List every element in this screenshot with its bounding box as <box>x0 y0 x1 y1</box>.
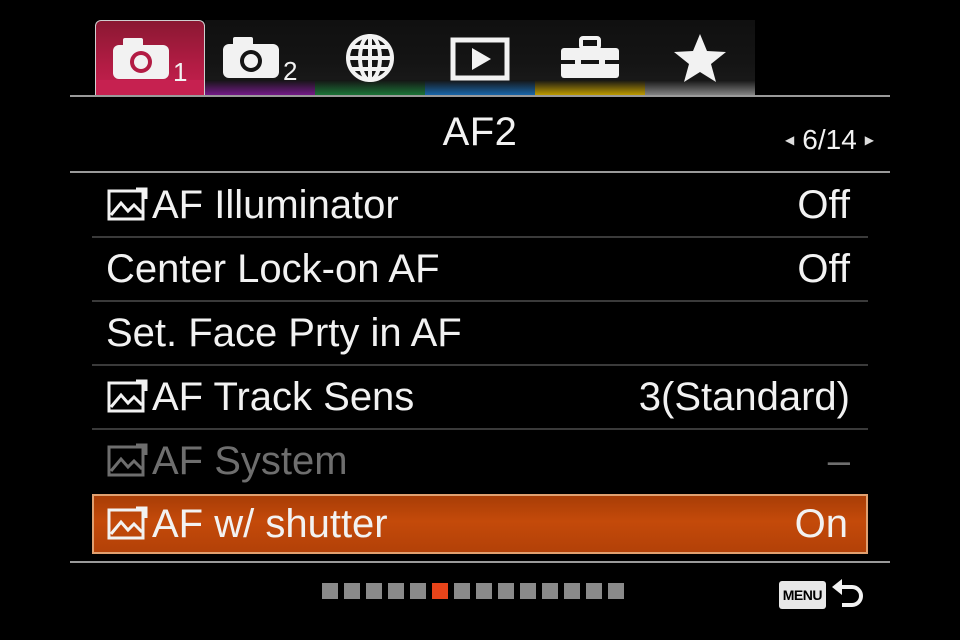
tab-divider <box>70 95 890 97</box>
tab-network[interactable] <box>315 20 425 96</box>
menu-item-label: AF System <box>152 438 348 483</box>
menu-item-label: AF Track Sens <box>152 374 415 419</box>
menu-item-label: Set. Face Prty in AF <box>106 310 462 355</box>
menu-item-af-track-sens[interactable]: AF Track Sens 3(Standard) <box>92 367 868 427</box>
return-icon <box>832 579 863 607</box>
page-dot <box>542 583 558 599</box>
camera-1-icon: 1 <box>113 37 187 87</box>
row-divider <box>92 300 868 302</box>
menu-item-af-system: AF System – <box>92 431 868 491</box>
tab-camera-settings-2[interactable]: 2 <box>205 20 315 96</box>
tab-setup[interactable] <box>535 20 645 96</box>
image-settings-icon <box>107 187 148 221</box>
page-counter: ◀ 6/14 ▶ <box>785 124 874 156</box>
page-counter-text: 6/14 <box>802 124 857 155</box>
prev-page-icon[interactable]: ◀ <box>785 133 794 147</box>
svg-text:1: 1 <box>173 57 187 87</box>
menu-item-value: – <box>827 438 850 483</box>
tab-playback[interactable] <box>425 20 535 96</box>
page-dot-current <box>432 583 448 599</box>
toolbox-icon <box>561 36 619 78</box>
tab-camera-settings-1[interactable]: 1 <box>95 20 205 96</box>
menu-item-af-w-shutter[interactable]: AF w/ shutter On <box>92 494 868 554</box>
menu-item-set-face-prty-in-af[interactable]: Set. Face Prty in AF <box>92 303 868 363</box>
page-dot <box>564 583 580 599</box>
page-dot <box>520 583 536 599</box>
menu-item-value: 3(Standard) <box>638 374 850 419</box>
page-dot <box>366 583 382 599</box>
page-indicator <box>322 583 624 599</box>
menu-item-value: On <box>794 501 848 546</box>
svg-text:2: 2 <box>283 56 297 86</box>
playback-icon <box>450 37 510 81</box>
tab-my-menu[interactable] <box>645 20 755 96</box>
menu-item-af-illuminator[interactable]: AF Illuminator Off <box>92 175 868 235</box>
menu-tab-bar: 1 2 <box>95 20 755 96</box>
image-settings-icon <box>107 443 148 477</box>
menu-item-label: Center Lock-on AF <box>106 246 440 291</box>
star-icon <box>674 34 726 82</box>
page-dot <box>322 583 338 599</box>
page-dot <box>608 583 624 599</box>
menu-item-value: Off <box>797 246 850 291</box>
menu-back-button[interactable]: MENU <box>778 575 864 615</box>
row-divider <box>92 236 868 238</box>
page-dot <box>454 583 470 599</box>
menu-item-label: AF Illuminator <box>152 182 399 227</box>
row-divider <box>92 428 868 430</box>
page-dot <box>344 583 360 599</box>
menu-item-label: AF w/ shutter <box>152 501 388 546</box>
menu-item-center-lock-on-af[interactable]: Center Lock-on AF Off <box>92 239 868 299</box>
camera-2-icon: 2 <box>223 37 297 86</box>
menu-button-label: MENU <box>778 581 826 609</box>
page-dot <box>586 583 602 599</box>
globe-icon <box>346 34 394 82</box>
page-dot <box>410 583 426 599</box>
page-dot <box>476 583 492 599</box>
page-dot <box>388 583 404 599</box>
image-settings-icon <box>107 379 148 413</box>
footer-divider <box>70 561 890 563</box>
menu-item-value: Off <box>797 182 850 227</box>
header-divider <box>70 171 890 173</box>
next-page-icon[interactable]: ▶ <box>865 133 874 147</box>
row-divider <box>92 364 868 366</box>
image-settings-icon <box>107 506 148 540</box>
page-dot <box>498 583 514 599</box>
